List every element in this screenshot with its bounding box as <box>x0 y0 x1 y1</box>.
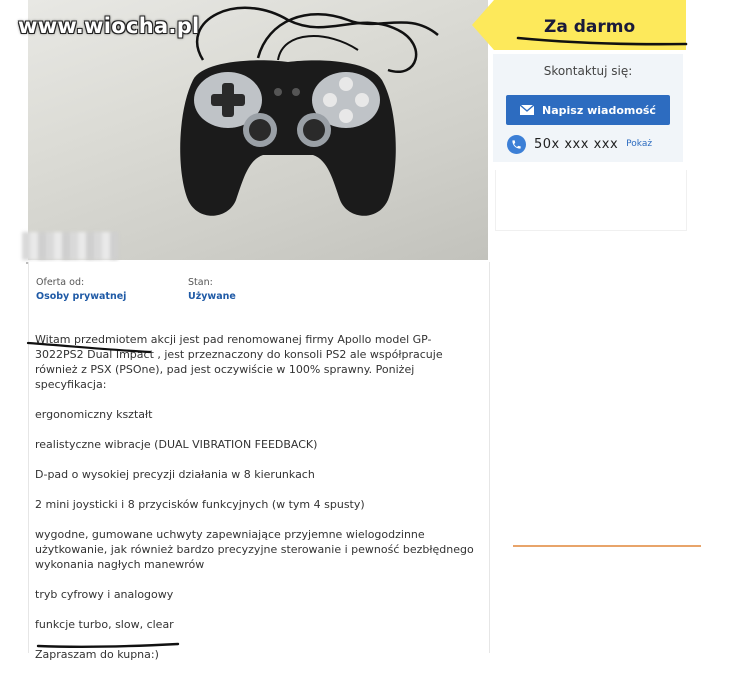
description-paragraph: Zapraszam do kupna:) <box>35 648 159 661</box>
send-message-button[interactable]: Napisz wiadomość <box>506 95 670 125</box>
offer-from-value[interactable]: Osoby prywatnej <box>36 290 126 304</box>
condition-label: Stan: <box>188 277 213 288</box>
description-paragraph: 2 mini joysticki i 8 przycisków funkcyjn… <box>35 498 365 511</box>
orange-divider <box>513 545 701 547</box>
blurred-thumbnail <box>22 232 118 260</box>
description-paragraph: tryb cyfrowy i analogowy <box>35 588 174 601</box>
product-photo[interactable] <box>28 0 488 260</box>
envelope-icon <box>520 105 535 115</box>
offer-from-block: Oferta od: Osoby prywatnej <box>36 276 126 304</box>
description-paragraph: Witam przedmiotem akcji jest pad renomow… <box>35 333 443 391</box>
description-paragraph: D-pad o wysokiej precyzji działania w 8 … <box>35 468 315 481</box>
description: Witam przedmiotem akcji jest pad renomow… <box>35 332 475 677</box>
gamepad-illustration <box>180 6 439 216</box>
condition-block: Stan: Używane <box>188 276 236 304</box>
contact-box: Skontaktuj się: Napisz wiadomość 50x xxx… <box>493 54 683 162</box>
description-paragraph: ergonomiczny kształt <box>35 408 153 421</box>
price-label: Za darmo <box>544 17 636 37</box>
show-phone-link[interactable]: Pokaż <box>626 139 652 149</box>
description-paragraph: wygodne, gumowane uchwyty zapewniające p… <box>35 528 474 571</box>
phone-row: 50x xxx xxx Pokaż <box>507 134 652 154</box>
send-message-label: Napisz wiadomość <box>542 103 656 117</box>
sidebar-panel <box>495 170 687 231</box>
phone-number: 50x xxx xxx <box>534 136 619 152</box>
description-paragraph: realistyczne wibracje (DUAL VIBRATION FE… <box>35 438 318 451</box>
description-paragraph: funkcje turbo, slow, clear <box>35 618 174 631</box>
listing-details-card: Oferta od: Osoby prywatnej Stan: Używane… <box>28 262 490 661</box>
phone-icon <box>507 134 526 154</box>
condition-value[interactable]: Używane <box>188 290 236 304</box>
contact-label: Skontaktuj się: <box>543 64 633 78</box>
offer-from-label: Oferta od: <box>36 277 85 288</box>
site-watermark: www.wiocha.pl <box>18 14 200 38</box>
